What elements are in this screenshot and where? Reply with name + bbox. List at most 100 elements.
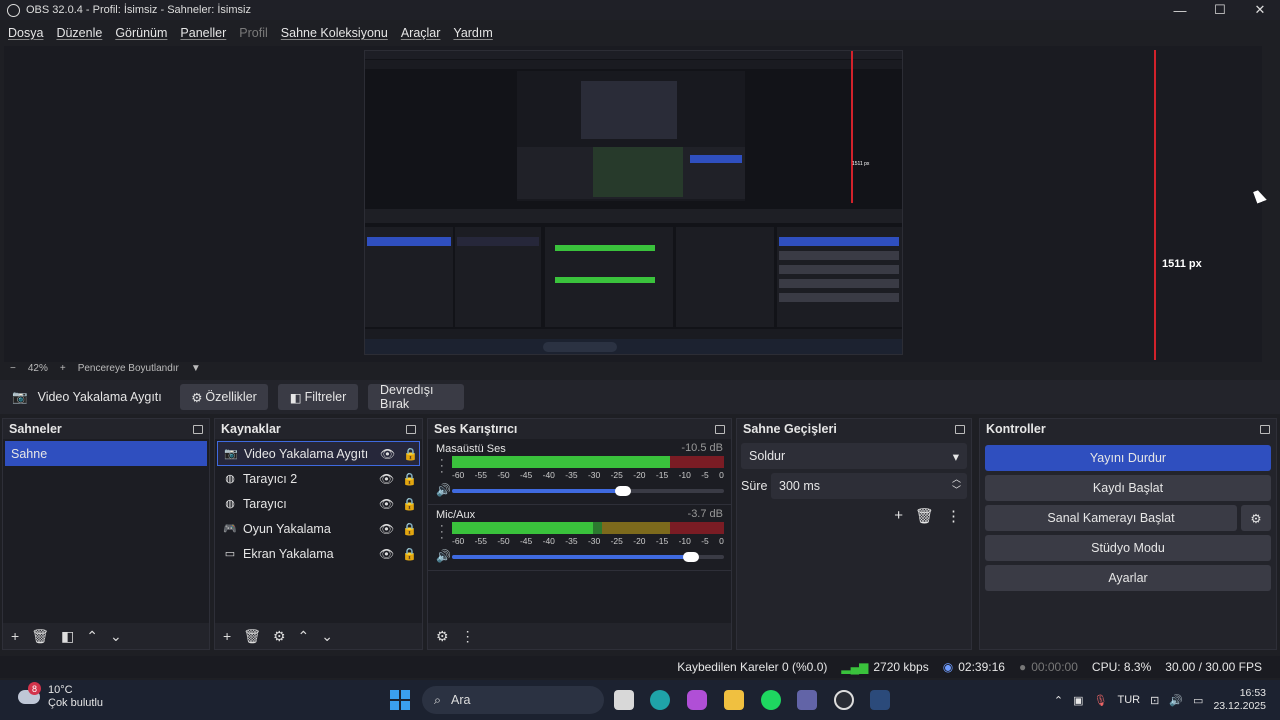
- volume-icon[interactable]: 🔊: [1169, 694, 1183, 707]
- volume-slider[interactable]: [452, 552, 724, 562]
- lock-icon[interactable]: 🔒: [403, 447, 418, 461]
- lock-icon[interactable]: 🔒: [402, 472, 417, 486]
- bitrate-status: ▂▄▆ 2720 kbps: [841, 660, 928, 674]
- steam-icon[interactable]: [870, 690, 890, 710]
- file-explorer-icon[interactable]: [724, 690, 744, 710]
- stop-stream-button[interactable]: Yayını Durdur: [985, 445, 1271, 471]
- undock-icon[interactable]: [1260, 424, 1270, 434]
- menu-docks[interactable]: Paneller: [180, 26, 226, 40]
- camera-icon: 📷: [12, 389, 28, 404]
- undock-icon[interactable]: [955, 424, 965, 434]
- menu-profile[interactable]: Profil: [239, 26, 267, 40]
- add-icon[interactable]: +: [11, 628, 19, 644]
- stream-time: 02:39:16: [958, 660, 1005, 674]
- microphone-icon[interactable]: 🎙: [1094, 694, 1108, 707]
- close-icon[interactable]: ✕: [1240, 0, 1280, 20]
- source-item[interactable]: 📷 Video Yakalama Aygıtı 👁 🔒: [217, 441, 420, 466]
- windows-start-icon[interactable]: [390, 690, 410, 710]
- filter-icon[interactable]: ◧: [61, 628, 74, 645]
- start-record-button[interactable]: Kaydı Başlat: [985, 475, 1271, 501]
- weather-widget[interactable]: 8 10°C Çok bulutlu: [18, 682, 103, 710]
- edge-icon[interactable]: [650, 690, 670, 710]
- kebab-menu-icon[interactable]: · · ·: [440, 521, 444, 544]
- minimize-icon[interactable]: —: [1160, 0, 1200, 20]
- duration-input[interactable]: 300 ms ︿ ﹀: [771, 473, 967, 499]
- zoom-out-button[interactable]: −: [10, 363, 16, 374]
- spotify-icon[interactable]: [761, 690, 781, 710]
- kebab-menu-icon[interactable]: ⋮: [946, 507, 961, 525]
- zoom-dropdown-icon[interactable]: ▼: [191, 363, 201, 374]
- start-virtual-camera-button[interactable]: Sanal Kamerayı Başlat: [985, 505, 1237, 531]
- volume-slider[interactable]: [452, 486, 724, 496]
- maximize-icon[interactable]: ☐: [1200, 0, 1240, 20]
- slider-knob[interactable]: [683, 552, 700, 562]
- move-down-icon[interactable]: ⌄: [110, 628, 122, 645]
- teams-icon[interactable]: [797, 690, 817, 710]
- settings-button[interactable]: Ayarlar: [985, 565, 1271, 591]
- eye-icon[interactable]: 👁: [379, 497, 394, 511]
- move-up-icon[interactable]: ⌃: [298, 628, 310, 645]
- source-item[interactable]: ◍ Tarayıcı 2 👁 🔒: [217, 466, 420, 491]
- eye-icon[interactable]: 👁: [380, 447, 395, 461]
- source-item[interactable]: ◍ Tarayıcı 👁 🔒: [217, 491, 420, 516]
- trash-icon[interactable]: 🗑: [31, 628, 49, 645]
- bitrate-value: 2720 kbps: [873, 660, 929, 674]
- source-item[interactable]: ▭ Ekran Yakalama 👁 🔒: [217, 541, 420, 566]
- eye-icon[interactable]: 👁: [379, 547, 394, 561]
- advanced-audio-icon[interactable]: ⚙: [436, 628, 449, 645]
- speaker-icon[interactable]: 🔊: [436, 549, 451, 563]
- eye-icon[interactable]: 👁: [379, 522, 394, 536]
- clock[interactable]: 16:53 23.12.2025: [1213, 687, 1266, 713]
- language-indicator[interactable]: TUR: [1118, 694, 1141, 706]
- menu-view[interactable]: Görünüm: [115, 26, 167, 40]
- scene-item[interactable]: Sahne: [5, 441, 207, 466]
- add-icon[interactable]: +: [894, 507, 903, 525]
- deactivate-button[interactable]: Devredışı Bırak: [368, 383, 464, 411]
- undock-icon[interactable]: [406, 424, 416, 434]
- move-down-icon[interactable]: ⌄: [321, 628, 333, 645]
- scale-tick-label: 0: [719, 536, 724, 546]
- scale-tick-label: -25: [610, 470, 623, 480]
- source-item[interactable]: 🎮 Oyun Yakalama 👁 🔒: [217, 516, 420, 541]
- zoom-in-button[interactable]: +: [60, 363, 66, 374]
- svg-text:1511 px: 1511 px: [852, 161, 870, 167]
- menu-help[interactable]: Yardım: [453, 26, 492, 40]
- copilot-icon[interactable]: [687, 690, 707, 710]
- filters-button[interactable]: ◧ Filtreler: [278, 384, 358, 410]
- task-view-icon[interactable]: [614, 690, 634, 710]
- scale-tick-label: -35: [565, 536, 578, 546]
- network-icon[interactable]: ⊡: [1150, 694, 1159, 707]
- menu-file[interactable]: Dosya: [8, 26, 43, 40]
- transition-select[interactable]: Soldur ▾: [741, 443, 967, 469]
- slider-knob[interactable]: [615, 486, 632, 496]
- chevron-up-icon[interactable]: ⌃: [1054, 694, 1063, 707]
- add-icon[interactable]: +: [223, 628, 231, 644]
- trash-icon[interactable]: 🗑: [915, 507, 934, 525]
- properties-button[interactable]: ⚙ Özellikler: [180, 384, 268, 410]
- filter-icon: ◧: [289, 390, 302, 405]
- studio-mode-button[interactable]: Stüdyo Modu: [985, 535, 1271, 561]
- obs-taskbar-icon[interactable]: [834, 690, 854, 710]
- kebab-menu-icon[interactable]: · · ·: [440, 455, 444, 478]
- kebab-menu-icon[interactable]: ⋮: [461, 628, 475, 645]
- menu-tools[interactable]: Araçlar: [401, 26, 441, 40]
- undock-icon[interactable]: [715, 424, 725, 434]
- lock-icon[interactable]: 🔒: [402, 522, 417, 536]
- tray-app-icon[interactable]: ▣: [1073, 694, 1083, 707]
- lock-icon[interactable]: 🔒: [402, 547, 417, 561]
- taskbar-search[interactable]: ⌕ Ara: [422, 686, 604, 714]
- trash-icon[interactable]: 🗑: [243, 628, 261, 645]
- lock-icon[interactable]: 🔒: [402, 497, 417, 511]
- undock-icon[interactable]: [193, 424, 203, 434]
- vcam-settings-gear-icon[interactable]: ⚙: [1241, 505, 1271, 531]
- menu-edit[interactable]: Düzenle: [56, 26, 102, 40]
- speaker-icon[interactable]: 🔊: [436, 483, 451, 497]
- battery-icon[interactable]: ▭: [1193, 694, 1203, 707]
- spinner-icon[interactable]: ︿ ﹀: [952, 474, 961, 496]
- zoom-value: 42%: [27, 362, 48, 374]
- eye-icon[interactable]: 👁: [379, 472, 394, 486]
- gear-icon[interactable]: ⚙: [273, 628, 286, 645]
- menu-scene-collection[interactable]: Sahne Koleksiyonu: [281, 26, 388, 40]
- transition-type: Soldur: [749, 449, 786, 463]
- move-up-icon[interactable]: ⌃: [86, 628, 98, 645]
